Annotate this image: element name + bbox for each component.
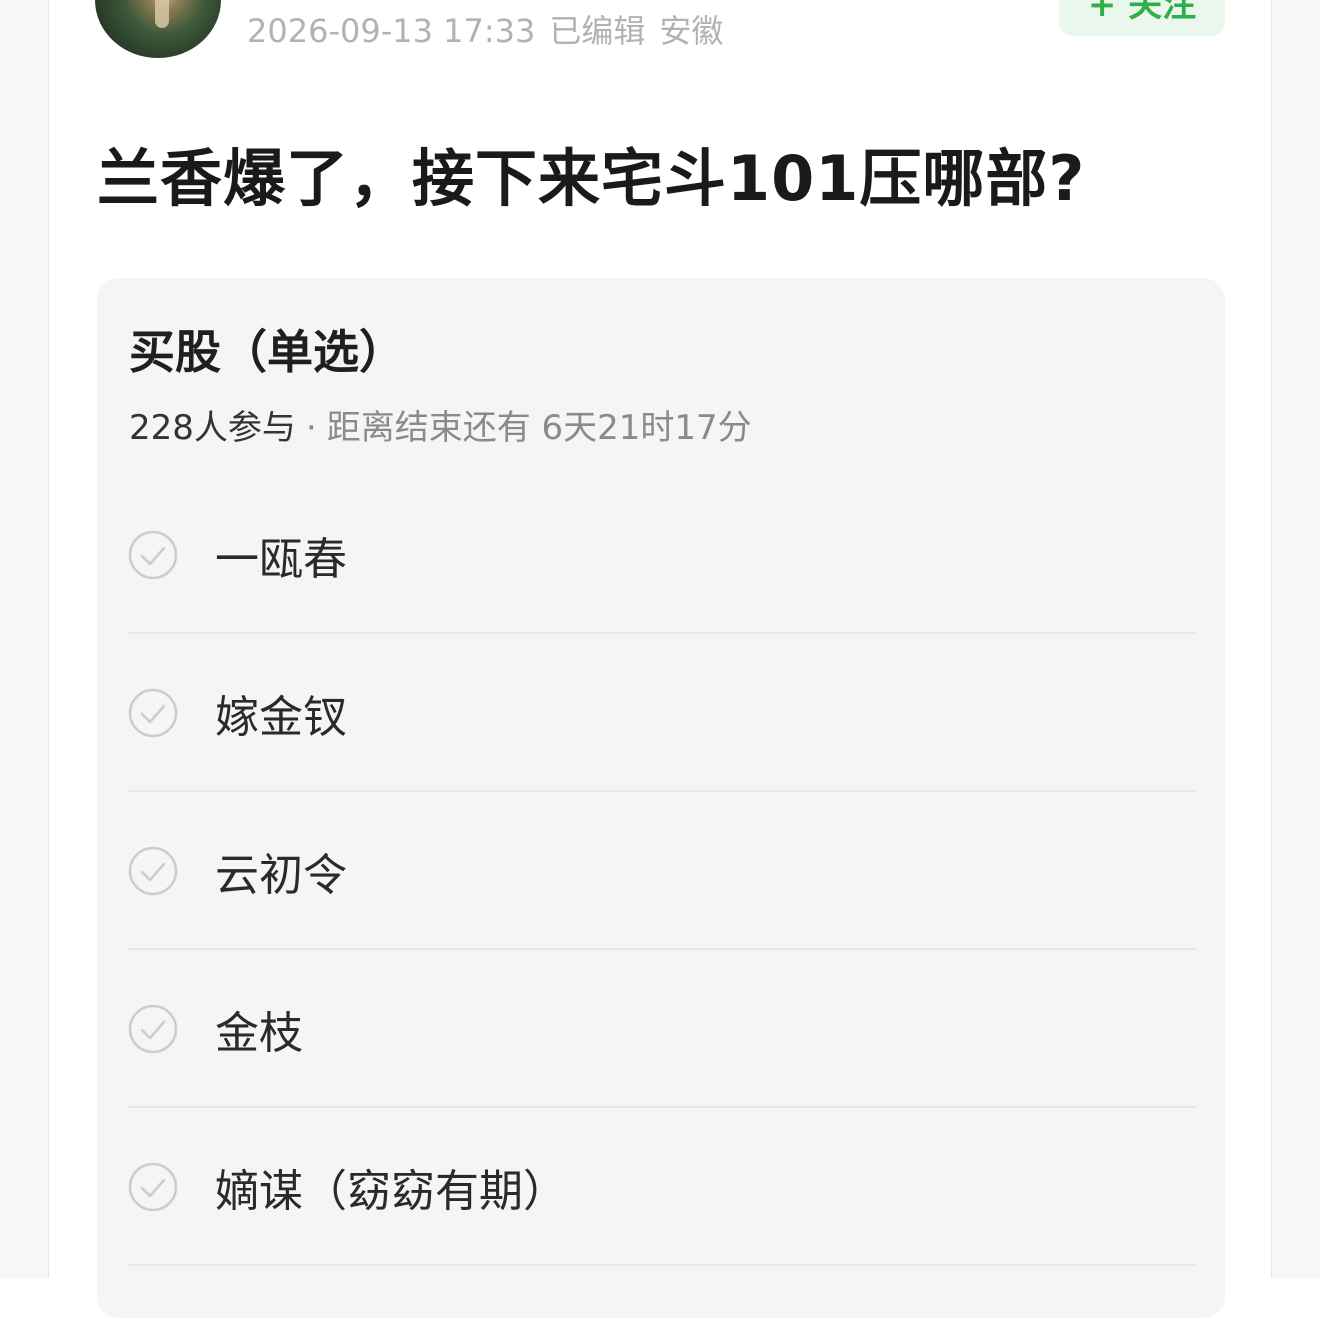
poll-option[interactable]: 嫁金钗 bbox=[127, 634, 1197, 792]
check-circle-icon bbox=[128, 688, 178, 738]
post-timestamp: 2026-09-13 17:33 bbox=[247, 12, 536, 50]
edited-label: 已编辑 bbox=[549, 12, 646, 50]
post-title: 兰香爆了，接下来宅斗101压哪部? bbox=[97, 142, 1086, 215]
poll-option[interactable]: 一瓯春 bbox=[127, 476, 1197, 634]
check-circle-icon bbox=[128, 530, 178, 580]
follow-button[interactable]: + 关注 bbox=[1059, 0, 1225, 36]
check-circle-icon bbox=[128, 1162, 178, 1212]
poll-option[interactable]: 嫡谋（窈窈有期） bbox=[127, 1108, 1197, 1266]
check-circle-icon bbox=[128, 1004, 178, 1054]
post-page: 2026-09-13 17:33 已编辑 安徽 + 关注 兰香爆了，接下来宅斗101… bbox=[49, 0, 1271, 1318]
meta-separator: · bbox=[305, 408, 317, 448]
check-circle-icon bbox=[128, 846, 178, 896]
poll-option-label: 金枝 bbox=[215, 1008, 303, 1059]
post-location: 安徽 bbox=[659, 12, 724, 50]
left-margin bbox=[0, 0, 49, 1278]
avatar-figure bbox=[155, 0, 169, 28]
author-avatar[interactable] bbox=[95, 0, 221, 58]
poll-option[interactable]: 云初令 bbox=[127, 792, 1197, 950]
option-divider bbox=[127, 1264, 1197, 1266]
poll-option-label: 嫁金钗 bbox=[215, 692, 347, 743]
poll-title: 买股（单选） bbox=[129, 325, 405, 379]
poll-meta: 228人参与 · 距离结束还有 6天21时17分 bbox=[129, 400, 752, 449]
participant-count: 228人参与 bbox=[129, 408, 296, 448]
post-meta: 2026-09-13 17:33 已编辑 安徽 bbox=[247, 6, 737, 50]
poll-option-label: 嫡谋（窈窈有期） bbox=[215, 1166, 567, 1217]
time-remaining: 距离结束还有 6天21时17分 bbox=[326, 408, 752, 448]
poll-option-label: 一瓯春 bbox=[215, 534, 347, 585]
poll-card: 买股（单选） 228人参与 · 距离结束还有 6天21时17分 一瓯春 嫁金钗 云初… bbox=[97, 278, 1225, 1318]
poll-option[interactable]: 金枝 bbox=[127, 950, 1197, 1108]
right-margin bbox=[1271, 0, 1320, 1278]
poll-option-label: 云初令 bbox=[215, 850, 347, 901]
